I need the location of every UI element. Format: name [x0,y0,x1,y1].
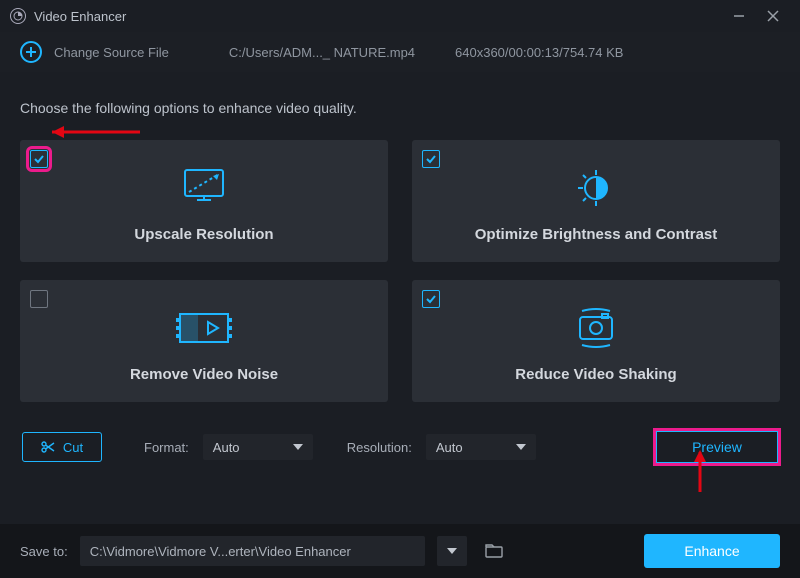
header-bar: Change Source File C:/Users/ADM..._ NATU… [0,32,800,72]
controls-row: Cut Format: Auto Resolution: Auto Previe… [20,430,780,464]
shaking-icon [568,300,624,356]
brightness-icon [571,160,621,216]
footer-bar: Save to: C:\Vidmore\Vidmore V...erter\Vi… [0,524,800,578]
format-value: Auto [213,440,240,455]
titlebar: Video Enhancer [0,0,800,32]
card-upscale-label: Upscale Resolution [134,226,273,243]
checkbox-brightness[interactable] [422,150,440,168]
content-area: Choose the following options to enhance … [0,72,800,464]
save-to-label: Save to: [20,544,68,559]
preview-button[interactable]: Preview [656,431,778,463]
card-brightness-contrast[interactable]: Optimize Brightness and Contrast [412,140,780,262]
chevron-down-icon [516,444,526,450]
window-title: Video Enhancer [34,9,126,24]
change-source-label: Change Source File [54,45,169,60]
resolution-label: Resolution: [347,440,412,455]
chevron-down-icon [293,444,303,450]
upscale-icon [179,160,229,216]
enhance-button[interactable]: Enhance [644,534,780,568]
plus-circle-icon [20,41,42,63]
resolution-dropdown[interactable]: Auto [426,434,536,460]
enhance-label: Enhance [684,543,739,559]
annotation-arrow-preview [690,442,710,492]
cut-label: Cut [63,440,83,455]
save-path-dropdown[interactable] [437,536,467,566]
save-path-field[interactable]: C:\Vidmore\Vidmore V...erter\Video Enhan… [80,536,425,566]
card-noise-label: Remove Video Noise [130,366,278,383]
format-dropdown[interactable]: Auto [203,434,313,460]
card-brightness-label: Optimize Brightness and Contrast [475,226,718,243]
close-button[interactable] [756,0,790,32]
source-file-meta: 640x360/00:00:13/754.74 KB [455,45,623,60]
card-shaking-label: Reduce Video Shaking [515,366,676,383]
checkbox-noise[interactable] [30,290,48,308]
change-source-button[interactable]: Change Source File [20,41,169,63]
app-logo-icon [10,8,26,24]
cut-button[interactable]: Cut [22,432,102,462]
checkbox-upscale[interactable] [30,150,48,168]
noise-icon [176,300,232,356]
annotation-arrow-checkbox [40,122,140,142]
minimize-button[interactable] [722,0,756,32]
card-upscale-resolution[interactable]: Upscale Resolution [20,140,388,262]
resolution-value: Auto [436,440,463,455]
scissors-icon [41,440,55,454]
instruction-text: Choose the following options to enhance … [20,100,780,116]
card-remove-noise[interactable]: Remove Video Noise [20,280,388,402]
save-path-value: C:\Vidmore\Vidmore V...erter\Video Enhan… [90,544,351,559]
checkbox-shaking[interactable] [422,290,440,308]
option-grid: Upscale Resolution [20,140,780,402]
card-reduce-shaking[interactable]: Reduce Video Shaking [412,280,780,402]
source-file-path: C:/Users/ADM..._ NATURE.mp4 [229,45,415,60]
format-label: Format: [144,440,189,455]
open-folder-button[interactable] [479,536,509,566]
